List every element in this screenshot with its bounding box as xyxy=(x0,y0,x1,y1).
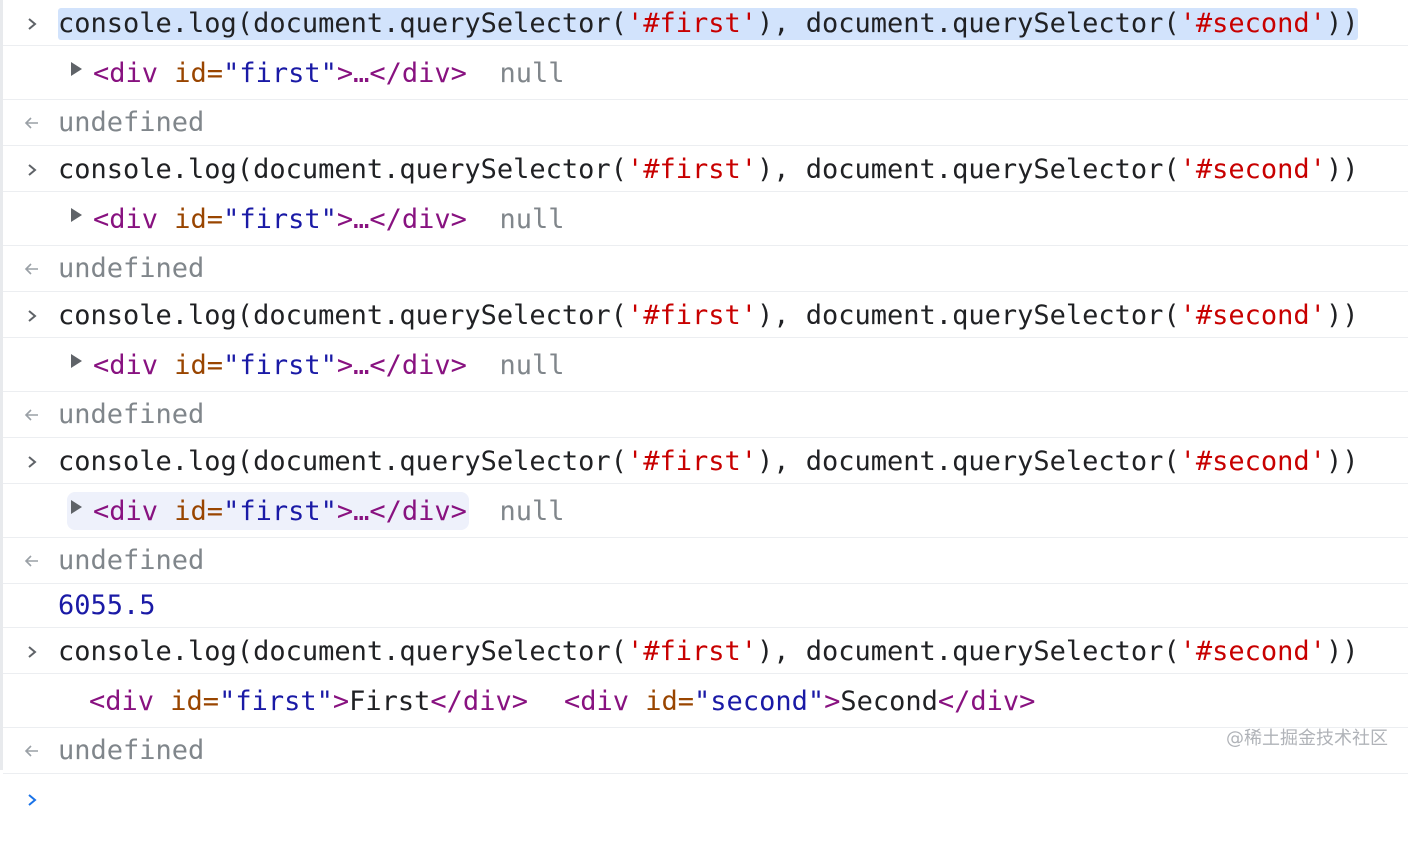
chevron-right-icon xyxy=(21,300,43,332)
console-input-row[interactable]: console.log(document.querySelector('#fir… xyxy=(3,438,1408,484)
return-arrow-icon xyxy=(21,399,43,431)
chevron-right-icon xyxy=(21,636,43,668)
command-text: console.log(document.querySelector('#fir… xyxy=(58,300,1359,331)
chevron-right-icon xyxy=(21,784,43,816)
return-arrow-icon xyxy=(21,107,43,139)
console-input-row[interactable]: console.log(document.querySelector('#fir… xyxy=(3,0,1408,46)
console-result-row: undefined xyxy=(3,538,1408,584)
watermark: @稀土掘金技术社区 xyxy=(1226,728,1388,749)
result-text: undefined xyxy=(58,253,205,284)
result-text: undefined xyxy=(58,735,205,766)
command-text: console.log(document.querySelector('#fir… xyxy=(58,8,1359,40)
result-text: undefined xyxy=(58,399,205,430)
console-result-row: undefined xyxy=(3,246,1408,292)
console-result-row: undefined xyxy=(3,100,1408,146)
log-text[interactable]: <div id="first">…</div> null xyxy=(93,350,564,382)
expand-triangle-icon[interactable] xyxy=(71,354,82,368)
console-prompt-row[interactable] xyxy=(3,774,1408,814)
console-log-row: <div id="first">…</div> null xyxy=(3,192,1408,246)
console-log-row: <div id="first">…</div> null xyxy=(3,338,1408,392)
expand-triangle-icon[interactable] xyxy=(71,62,82,76)
expand-triangle-icon[interactable] xyxy=(71,208,82,222)
expand-triangle-icon[interactable] xyxy=(71,500,82,514)
log-text[interactable]: <div id="first">…</div> null xyxy=(93,204,564,236)
command-text: console.log(document.querySelector('#fir… xyxy=(58,154,1359,185)
result-text: undefined xyxy=(58,107,205,138)
return-arrow-icon xyxy=(21,545,43,577)
console-input-row[interactable]: console.log(document.querySelector('#fir… xyxy=(3,292,1408,338)
console-log-row: <div id="first">First</div> <div id="seco… xyxy=(3,674,1408,728)
console-result-row: undefined xyxy=(3,728,1408,774)
log-text[interactable]: <div id="first">First</div> <div id="seco… xyxy=(89,686,1035,718)
log-text[interactable]: <div id="first">…</div> null xyxy=(93,496,564,528)
console-log-row: <div id="first">…</div> null xyxy=(3,46,1408,100)
chevron-right-icon xyxy=(21,446,43,478)
console-result-row: undefined xyxy=(3,392,1408,438)
number-output: 6055.5 xyxy=(58,590,156,621)
chevron-right-icon xyxy=(21,154,43,186)
return-arrow-icon xyxy=(21,735,43,767)
console-input-row[interactable]: console.log(document.querySelector('#fir… xyxy=(3,146,1408,192)
console-log-row: <div id="first">…</div> null xyxy=(3,484,1408,538)
command-text: console.log(document.querySelector('#fir… xyxy=(58,636,1359,667)
console-input-row[interactable]: console.log(document.querySelector('#fir… xyxy=(3,628,1408,674)
return-arrow-icon xyxy=(21,253,43,285)
chevron-right-icon xyxy=(21,8,43,40)
log-text[interactable]: <div id="first">…</div> null xyxy=(93,58,564,90)
devtools-console: console.log(document.querySelector('#fir… xyxy=(0,0,1408,806)
command-text: console.log(document.querySelector('#fir… xyxy=(58,446,1359,477)
console-value-row: 6055.5 xyxy=(3,584,1408,628)
result-text: undefined xyxy=(58,545,205,576)
